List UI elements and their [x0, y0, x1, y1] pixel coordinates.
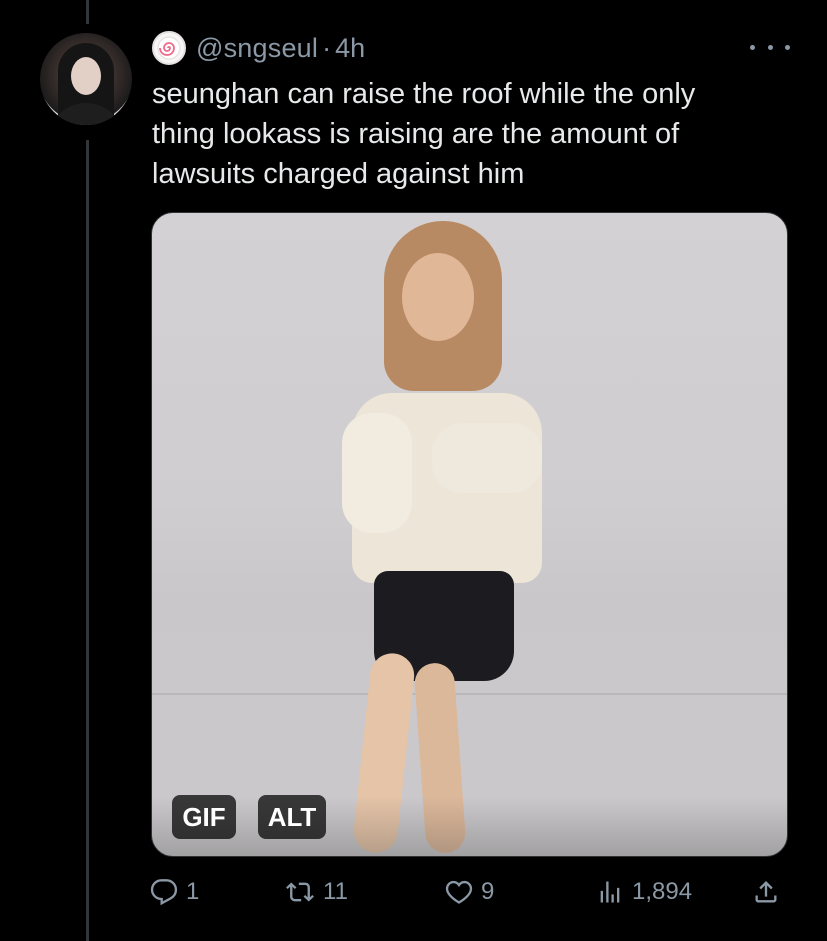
- retweet-button[interactable]: 11: [285, 868, 348, 916]
- figure-sleeve-right: [432, 423, 542, 493]
- avatar[interactable]: [40, 33, 132, 125]
- retweet-count: 11: [323, 878, 348, 905]
- reply-count: 1: [186, 878, 200, 905]
- figure-sleeve-left: [342, 413, 412, 533]
- wall-line: [152, 693, 787, 695]
- tweet-time[interactable]: 4h: [335, 33, 365, 64]
- like-button[interactable]: 9: [445, 868, 494, 916]
- like-count: 9: [481, 878, 495, 905]
- more-dot: [750, 44, 755, 50]
- tweet-text: seunghan can raise the roof while the on…: [152, 78, 696, 190]
- user-handle[interactable]: @sngseul: [196, 33, 318, 64]
- thread-line-top: [86, 0, 89, 24]
- tweet-media-gif[interactable]: GIF ALT: [151, 212, 788, 857]
- heart-icon: [445, 878, 473, 906]
- tweet-actions: 1 11 9 1,894: [150, 868, 790, 916]
- alt-button[interactable]: ALT: [258, 795, 326, 839]
- views-chart-icon: [596, 878, 624, 906]
- more-dot: [785, 44, 790, 50]
- views-count: 1,894: [632, 878, 693, 905]
- more-dots-icon[interactable]: [750, 34, 790, 60]
- views-button[interactable]: 1,894: [596, 868, 692, 916]
- share-button[interactable]: [752, 868, 780, 916]
- gif-badge: GIF: [172, 795, 236, 839]
- reply-icon: [150, 878, 178, 906]
- handle-time-separator: ·: [322, 32, 332, 63]
- avatar-face: [71, 57, 101, 95]
- more-dot: [767, 44, 773, 50]
- reply-button[interactable]: 1: [150, 868, 199, 916]
- figure-face: [402, 253, 474, 341]
- retweet-icon: [285, 878, 315, 906]
- tweet-header: @sngseul · 4h: [152, 30, 365, 66]
- fishcake-emoji-icon: [152, 31, 186, 65]
- thread-line-bottom: [86, 140, 89, 941]
- floor-shadow: [152, 796, 787, 856]
- share-icon: [752, 878, 780, 906]
